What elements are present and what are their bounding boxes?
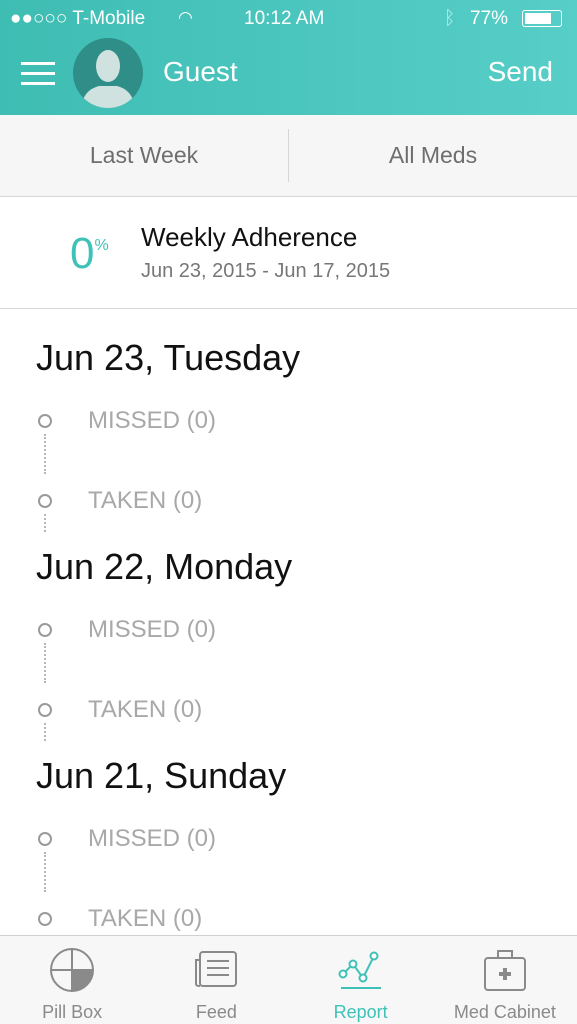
- circle-icon: [38, 912, 52, 926]
- day-title: Jun 21, Sunday: [36, 755, 287, 796]
- wifi-icon: ◠: [178, 8, 193, 27]
- tab-bar: Pill Box Feed Report Med Cabinet: [0, 935, 577, 1024]
- circle-icon: [38, 623, 52, 637]
- tab-feed[interactable]: Feed: [144, 936, 288, 1024]
- timeline-dots: [44, 434, 46, 474]
- adherence-value: 0%: [70, 229, 109, 278]
- missed-label: MISSED (0): [88, 616, 217, 643]
- day-title: Jun 22, Monday: [36, 546, 293, 587]
- circle-icon: [38, 832, 52, 846]
- tab-label: Report: [333, 1002, 388, 1022]
- report-icon: [338, 951, 381, 989]
- missed-row[interactable]: MISSED (0): [0, 615, 577, 645]
- adherence-summary: 0% Weekly Adherence Jun 23, 2015 - Jun 1…: [0, 197, 577, 309]
- adherence-title: Weekly Adherence: [141, 222, 358, 252]
- filter-bar: Last Week All Meds: [0, 115, 577, 197]
- day-title: Jun 23, Tuesday: [36, 337, 301, 378]
- meds-filter[interactable]: All Meds: [289, 115, 577, 196]
- tab-med-cabinet[interactable]: Med Cabinet: [433, 936, 577, 1024]
- missed-row[interactable]: MISSED (0): [0, 824, 577, 854]
- day-section: Jun 21, Sunday MISSED (0) TAKEN (0): [0, 727, 577, 935]
- day-section: Jun 22, Monday MISSED (0) TAKEN (0): [0, 518, 577, 741]
- clock: 10:12 AM: [244, 8, 325, 29]
- taken-row[interactable]: TAKEN (0): [0, 486, 577, 516]
- missed-label: MISSED (0): [88, 825, 217, 852]
- day-section: Jun 23, Tuesday MISSED (0) TAKEN (0): [0, 309, 577, 532]
- top-bar: ●●○○○ T-Mobile ◠ 10:12 AM ᛒ 77% Guest Se…: [0, 0, 577, 115]
- battery-percent: 77%: [470, 8, 509, 29]
- taken-label: TAKEN (0): [88, 905, 203, 932]
- feed-icon: [195, 951, 238, 987]
- circle-icon: [38, 414, 52, 428]
- med-cabinet-icon: [483, 950, 526, 991]
- bluetooth-icon: ᛒ: [444, 8, 456, 29]
- taken-row[interactable]: TAKEN (0): [0, 904, 577, 934]
- period-filter[interactable]: Last Week: [0, 115, 288, 196]
- tab-pill-box[interactable]: Pill Box: [0, 936, 144, 1024]
- tab-label: Feed: [195, 1002, 237, 1022]
- user-name: Guest: [163, 56, 238, 87]
- battery-icon: [522, 10, 562, 27]
- adherence-range: Jun 23, 2015 - Jun 17, 2015: [141, 260, 391, 282]
- missed-label: MISSED (0): [88, 407, 217, 434]
- tab-report[interactable]: Report: [289, 936, 433, 1024]
- menu-icon[interactable]: [21, 62, 55, 86]
- tab-label: Med Cabinet: [453, 1002, 556, 1022]
- missed-row[interactable]: MISSED (0): [0, 406, 577, 436]
- pill-box-icon: [50, 948, 95, 992]
- timeline-dots: [44, 852, 46, 892]
- tab-label: Pill Box: [42, 1002, 103, 1022]
- status-bar: ●●○○○ T-Mobile ◠ 10:12 AM ᛒ 77%: [0, 0, 577, 36]
- taken-label: TAKEN (0): [88, 696, 203, 723]
- avatar[interactable]: [73, 38, 143, 108]
- circle-icon: [38, 494, 52, 508]
- circle-icon: [38, 703, 52, 717]
- taken-label: TAKEN (0): [88, 487, 203, 514]
- carrier: ●●○○○ T-Mobile: [10, 8, 146, 29]
- timeline-dots: [44, 643, 46, 683]
- day-list[interactable]: Jun 23, Tuesday MISSED (0) TAKEN (0) Jun…: [0, 309, 577, 935]
- send-button[interactable]: Send: [488, 56, 553, 88]
- taken-row[interactable]: TAKEN (0): [0, 695, 577, 725]
